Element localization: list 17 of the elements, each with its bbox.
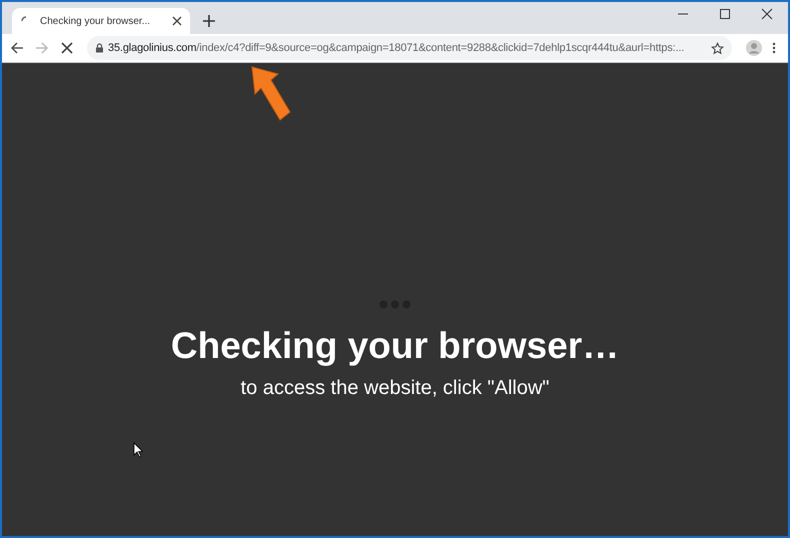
menu-icon[interactable] — [772, 42, 776, 54]
star-icon[interactable] — [711, 42, 724, 54]
maximize-icon[interactable] — [719, 8, 731, 20]
back-arrow-icon[interactable] — [10, 41, 24, 55]
address-bar[interactable]: 35.glagolinius.com/index/c4?diff=9&source=og&campaign=18071&content=9288&clickid=7dehlp1scqr444tu&aurl=https:... — [87, 36, 732, 60]
page-heading: Checking your browser… — [170, 325, 620, 367]
url-text: 35.glagolinius.com/index/c4?diff=9&source=og&campaign=18071&content=9288&clickid=7dehlp1scqr444tu&aurl=https:... — [108, 42, 686, 54]
close-icon[interactable] — [761, 8, 773, 20]
close-icon[interactable] — [172, 16, 182, 26]
tab-title: Checking your browser... — [40, 16, 152, 26]
profile-avatar-icon[interactable] — [746, 40, 762, 56]
stop-icon[interactable] — [60, 41, 74, 55]
page-subtext: to access the website, click "Allow" — [240, 377, 550, 400]
lock-icon — [95, 43, 104, 53]
plus-icon[interactable] — [202, 14, 216, 28]
browser-tab[interactable]: Checking your browser... — [12, 8, 190, 34]
mouse-cursor-icon — [133, 442, 143, 458]
